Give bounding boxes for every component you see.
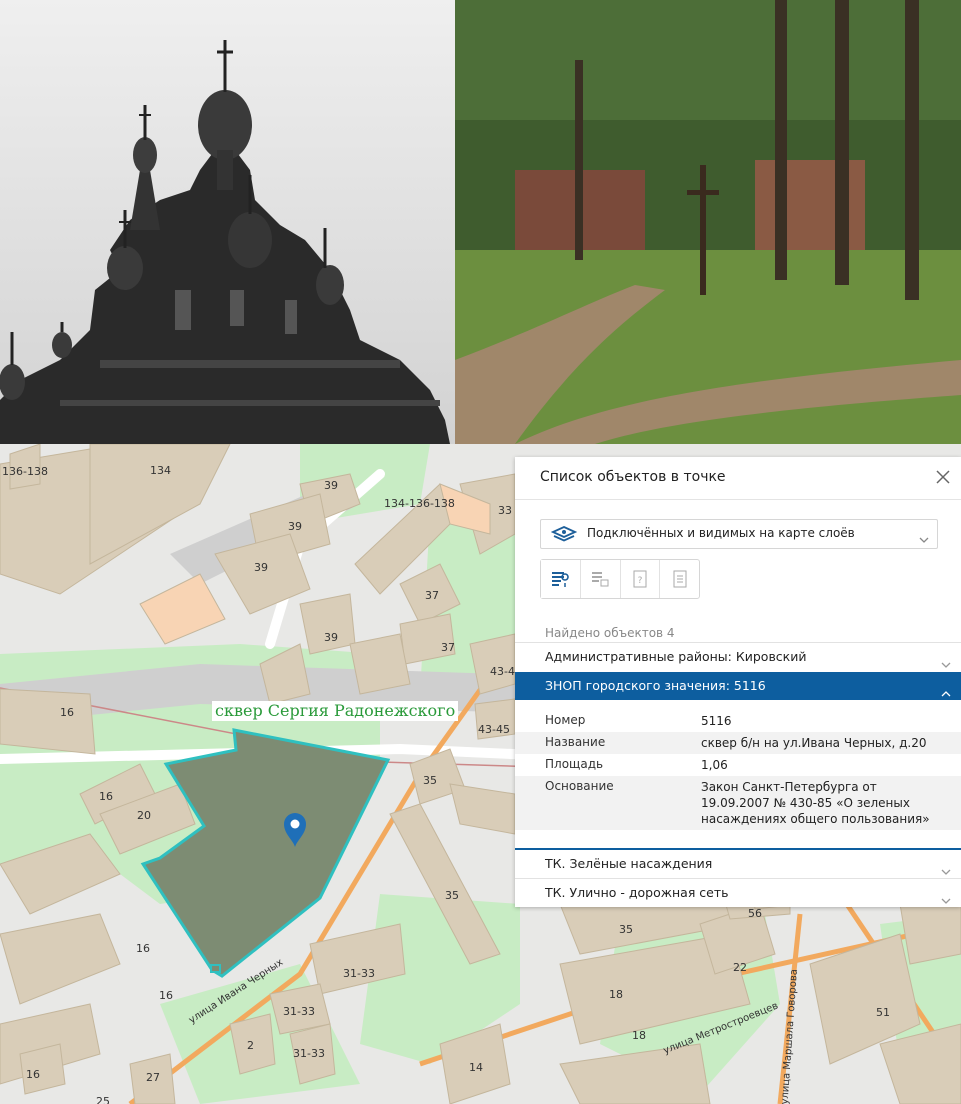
detail-key: Название	[545, 735, 606, 749]
group-districts-label: Административные районы: Кировский	[545, 649, 807, 664]
building-label: 39	[324, 631, 338, 644]
layers-icon	[550, 524, 578, 548]
detail-key: Площадь	[545, 757, 604, 771]
building-label: 136-138	[2, 465, 48, 478]
found-count: Найдено объектов 4	[545, 626, 675, 640]
detail-value: 1,06	[701, 758, 728, 772]
group-green[interactable]: ТК. Зелёные насаждения	[515, 848, 961, 879]
group-roads[interactable]: ТК. Улично - дорожная сеть	[515, 878, 961, 908]
building-label: 35	[423, 774, 437, 787]
building-label: 56	[748, 907, 762, 920]
layer-select-label: Подключённых и видимых на карте слоёв	[587, 526, 855, 540]
layer-select[interactable]: Подключённых и видимых на карте слоёв	[540, 519, 938, 549]
building-label: 35	[445, 889, 459, 902]
close-icon[interactable]	[933, 467, 953, 487]
building-label: 16	[159, 989, 173, 1002]
panel-title: Список объектов в точке	[540, 469, 726, 485]
chevron-down-icon	[941, 890, 951, 909]
building-label: 31-33	[293, 1047, 325, 1060]
help-view-button[interactable]: ?	[621, 560, 661, 598]
building-label: 51	[876, 1006, 890, 1019]
panel-header: Список объектов в точке	[515, 457, 961, 500]
chevron-up-icon	[941, 682, 951, 701]
park-photo	[455, 0, 961, 444]
building-label: 18	[632, 1029, 646, 1042]
detail-row: Номер 5116	[515, 710, 961, 732]
detail-value: сквер б/н на ул.Ивана Черных, д.20	[701, 736, 927, 750]
group-green-label: ТК. Зелёные насаждения	[545, 856, 713, 871]
building-label: 22	[733, 961, 747, 974]
building-label: 16	[26, 1068, 40, 1081]
building-label: 43-4	[490, 665, 515, 678]
list-view-button[interactable]	[541, 560, 581, 598]
building-label: 16	[99, 790, 113, 803]
objects-panel: Список объектов в точке Подключённых и в…	[515, 457, 961, 907]
details-table: Номер 5116 Название сквер б/н на ул.Иван…	[515, 710, 961, 830]
building-label: 31-33	[343, 967, 375, 980]
group-znop-label: ЗНОП городского значения: 5116	[545, 678, 766, 693]
building-label: 39	[254, 561, 268, 574]
building-label: 16	[60, 706, 74, 719]
svg-text:?: ?	[637, 576, 642, 586]
detail-key: Основание	[545, 779, 614, 793]
building-label: 43-45	[478, 723, 510, 736]
building-label: 20	[137, 809, 151, 822]
detail-row: Основание Закон Санкт-Петербурга от 19.0…	[515, 776, 961, 830]
building-label: 134	[150, 464, 171, 477]
building-label: 27	[146, 1071, 160, 1084]
building-label: 39	[288, 520, 302, 533]
table-view-button[interactable]	[581, 560, 621, 598]
building-label: 37	[441, 641, 455, 654]
group-roads-label: ТК. Улично - дорожная сеть	[545, 885, 729, 900]
building-label: 134-136-138	[384, 497, 455, 510]
building-label: 35	[619, 923, 633, 936]
detail-row: Название сквер б/н на ул.Ивана Черных, д…	[515, 732, 961, 754]
building-label: 25	[96, 1095, 110, 1104]
church-photo	[0, 0, 455, 444]
group-districts[interactable]: Административные районы: Кировский	[515, 642, 961, 672]
building-label: 31-33	[283, 1005, 315, 1018]
chevron-down-icon	[941, 654, 951, 673]
detail-key: Номер	[545, 713, 586, 727]
group-znop[interactable]: ЗНОП городского значения: 5116	[515, 672, 961, 700]
building-label: 39	[324, 479, 338, 492]
building-label: 14	[469, 1061, 483, 1074]
detail-value: Закон Санкт-Петербурга от 19.09.2007 № 4…	[701, 780, 930, 826]
document-view-button[interactable]	[660, 560, 699, 598]
building-label: 16	[136, 942, 150, 955]
park-name-tag: сквер Сергия Радонежского	[212, 701, 459, 721]
building-label: 37	[425, 589, 439, 602]
chevron-down-icon	[919, 529, 929, 548]
detail-value: 5116	[701, 714, 732, 728]
detail-row: Площадь 1,06	[515, 754, 961, 776]
building-label: 18	[609, 988, 623, 1001]
building-label: 2	[247, 1039, 254, 1052]
building-label: 33	[498, 504, 512, 517]
view-mode-toolbar: ?	[540, 559, 700, 599]
map-pin-icon[interactable]	[283, 812, 307, 848]
